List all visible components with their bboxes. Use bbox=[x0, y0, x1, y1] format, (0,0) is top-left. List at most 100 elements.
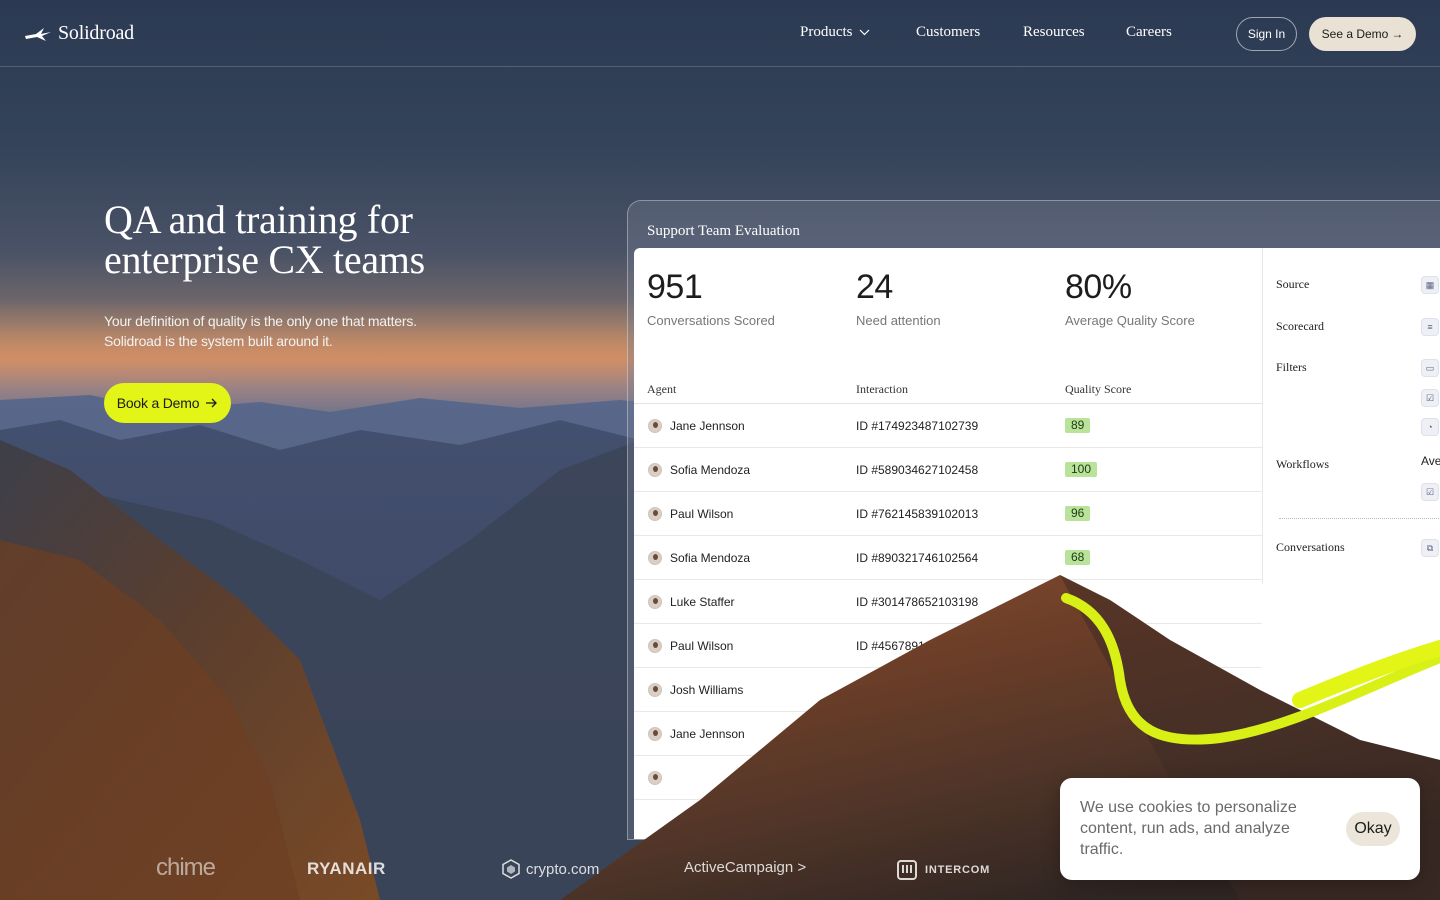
chevron-down-icon bbox=[859, 29, 869, 36]
stat-need-attention: 24 Need attention bbox=[856, 268, 941, 328]
nav-careers[interactable]: Careers bbox=[1126, 24, 1172, 41]
quality-score-badge: 100 bbox=[1065, 462, 1098, 477]
nav-products-label: Products bbox=[800, 24, 853, 40]
chime-logo: chime bbox=[156, 854, 216, 881]
panel-title: Support Team Evaluation bbox=[647, 223, 800, 239]
activecampaign-logo: ActiveCampaign > bbox=[684, 859, 807, 876]
hero-title-line-2: enterprise CX teams bbox=[104, 237, 425, 282]
config-sidebar: Source ▦ Scorecard ≡ Filters ▭ ☑ ◔ Workf… bbox=[1262, 248, 1440, 584]
panel-body: 951 Conversations Scored 24 Need attenti… bbox=[634, 248, 1440, 839]
nav-resources[interactable]: Resources bbox=[1023, 24, 1085, 41]
avatar bbox=[648, 771, 662, 785]
nav-customers[interactable]: Customers bbox=[916, 24, 980, 41]
checkbox-icon: ☑ bbox=[1421, 389, 1439, 407]
brand-name: Solidroad bbox=[58, 22, 134, 44]
stat-average-quality: 80% Average Quality Score bbox=[1065, 268, 1195, 328]
quality-score-badge: 89 bbox=[1065, 418, 1091, 433]
sidebar-item-scorecard[interactable]: Scorecard bbox=[1276, 319, 1324, 334]
site-header: Solidroad Products Customers Resources C… bbox=[0, 0, 1440, 67]
avatar bbox=[648, 507, 662, 521]
table-row[interactable]: Sofia Mendoza ID #890321746102564 68 bbox=[634, 536, 1262, 580]
book-demo-label: Book a Demo bbox=[116, 395, 200, 411]
quality-score-badge: 96 bbox=[1065, 506, 1091, 521]
nav-products[interactable]: Products bbox=[800, 24, 870, 41]
intercom-logo-text: INTERCOM bbox=[925, 864, 991, 876]
table-header: Agent Interaction Quality Score bbox=[634, 374, 1262, 404]
table-row[interactable]: Paul Wilson ID #45678912 bbox=[634, 624, 1262, 668]
table-row[interactable]: Sofia Mendoza ID #589034627102458 100 bbox=[634, 448, 1262, 492]
tag-icon: ◔ bbox=[1421, 418, 1439, 436]
agent-table: Agent Interaction Quality Score Jane Jen… bbox=[634, 374, 1262, 800]
agent-name: Jane Jennson bbox=[670, 419, 745, 433]
quality-score-badge: 68 bbox=[1065, 550, 1091, 565]
hero-title-line-1: QA and training for bbox=[104, 197, 413, 242]
sidebar-item-workflows[interactable]: Workflows bbox=[1276, 457, 1329, 472]
chat-icon: ⧉ bbox=[1421, 539, 1439, 557]
table-row[interactable]: Paul Wilson ID #762145839102013 96 bbox=[634, 492, 1262, 536]
stat-value: 24 bbox=[856, 268, 893, 306]
stat-label: Average Quality Score bbox=[1065, 313, 1195, 328]
interaction-id: ID #45678912 bbox=[856, 639, 932, 653]
brand-logo[interactable]: Solidroad bbox=[24, 22, 134, 45]
crypto-logo: crypto.com bbox=[502, 859, 599, 879]
column-quality-score: Quality Score bbox=[1065, 382, 1132, 396]
avatar bbox=[648, 463, 662, 477]
table-row[interactable]: Jane Jennson bbox=[634, 712, 1262, 756]
agent-name: Sofia Mendoza bbox=[670, 551, 751, 565]
avatar bbox=[648, 683, 662, 697]
interaction-id: ID #174923487102739 bbox=[856, 419, 979, 433]
book-demo-button[interactable]: Book a Demo bbox=[104, 383, 231, 423]
ryanair-logo: RYANAIR bbox=[307, 859, 386, 878]
cookie-okay-button[interactable]: Okay bbox=[1346, 812, 1400, 846]
table-row[interactable]: Luke Staffer ID #301478652103198 bbox=[634, 580, 1262, 624]
avatar bbox=[648, 639, 662, 653]
sidebar-item-filters[interactable]: Filters bbox=[1276, 360, 1307, 375]
sidebar-item-conversations[interactable]: Conversations bbox=[1276, 540, 1345, 555]
calendar-icon: ▭ bbox=[1421, 359, 1439, 377]
hero-subtitle-line-2: Solidroad is the system built around it. bbox=[104, 333, 333, 349]
stat-value: 80% bbox=[1065, 268, 1132, 306]
arrow-right-icon: → bbox=[1391, 27, 1404, 41]
agent-name: Paul Wilson bbox=[670, 639, 734, 653]
checkbox-icon: ☑ bbox=[1421, 483, 1439, 501]
avatar bbox=[648, 727, 662, 741]
hero-subtitle-line-1: Your definition of quality is the only o… bbox=[104, 313, 417, 329]
crypto-shield-icon bbox=[502, 859, 520, 879]
hero-subtitle: Your definition of quality is the only o… bbox=[104, 311, 464, 351]
stat-label: Need attention bbox=[856, 313, 941, 328]
table-row[interactable]: Josh Williams bbox=[634, 668, 1262, 712]
stat-label: Conversations Scored bbox=[647, 313, 775, 328]
agent-name: Paul Wilson bbox=[670, 507, 734, 521]
interaction-id: ID #301478652103198 bbox=[856, 595, 979, 609]
see-demo-button[interactable]: See a Demo → bbox=[1309, 17, 1416, 51]
interaction-id: ID #762145839102013 bbox=[856, 507, 979, 521]
table-row[interactable]: Jane Jennson ID #174923487102739 89 bbox=[634, 404, 1262, 448]
stat-value: 951 bbox=[647, 268, 703, 306]
agent-name: Luke Staffer bbox=[670, 595, 735, 609]
interaction-id: ID #890321746102564 bbox=[856, 551, 979, 565]
arrow-right-icon bbox=[206, 398, 218, 408]
workflows-extra: Ave bbox=[1421, 454, 1440, 468]
scorecard-icon: ≡ bbox=[1421, 318, 1439, 336]
avatar bbox=[648, 551, 662, 565]
intercom-icon bbox=[897, 860, 917, 880]
cookie-message: We use cookies to personalize content, r… bbox=[1080, 799, 1297, 858]
intercom-logo: INTERCOM bbox=[897, 860, 990, 880]
avatar bbox=[648, 419, 662, 433]
source-icon: ▦ bbox=[1421, 276, 1439, 294]
bird-logo-icon bbox=[25, 27, 51, 41]
agent-name: Jane Jennson bbox=[670, 727, 745, 741]
agent-name: Josh Williams bbox=[670, 683, 744, 697]
hero-title: QA and training for enterprise CX teams bbox=[104, 200, 524, 280]
column-agent: Agent bbox=[647, 382, 677, 396]
agent-name: Sofia Mendoza bbox=[670, 463, 751, 477]
evaluation-panel: Support Team Evaluation 951 Conversation… bbox=[627, 200, 1440, 840]
see-demo-label: See a Demo bbox=[1321, 27, 1389, 41]
sign-in-button[interactable]: Sign In bbox=[1236, 17, 1297, 51]
sidebar-divider bbox=[1279, 518, 1440, 519]
stat-conversations-scored: 951 Conversations Scored bbox=[647, 268, 775, 328]
avatar bbox=[648, 595, 662, 609]
crypto-logo-text: crypto.com bbox=[526, 860, 600, 878]
interaction-id: ID #589034627102458 bbox=[856, 463, 979, 477]
sidebar-item-source[interactable]: Source bbox=[1276, 277, 1309, 292]
